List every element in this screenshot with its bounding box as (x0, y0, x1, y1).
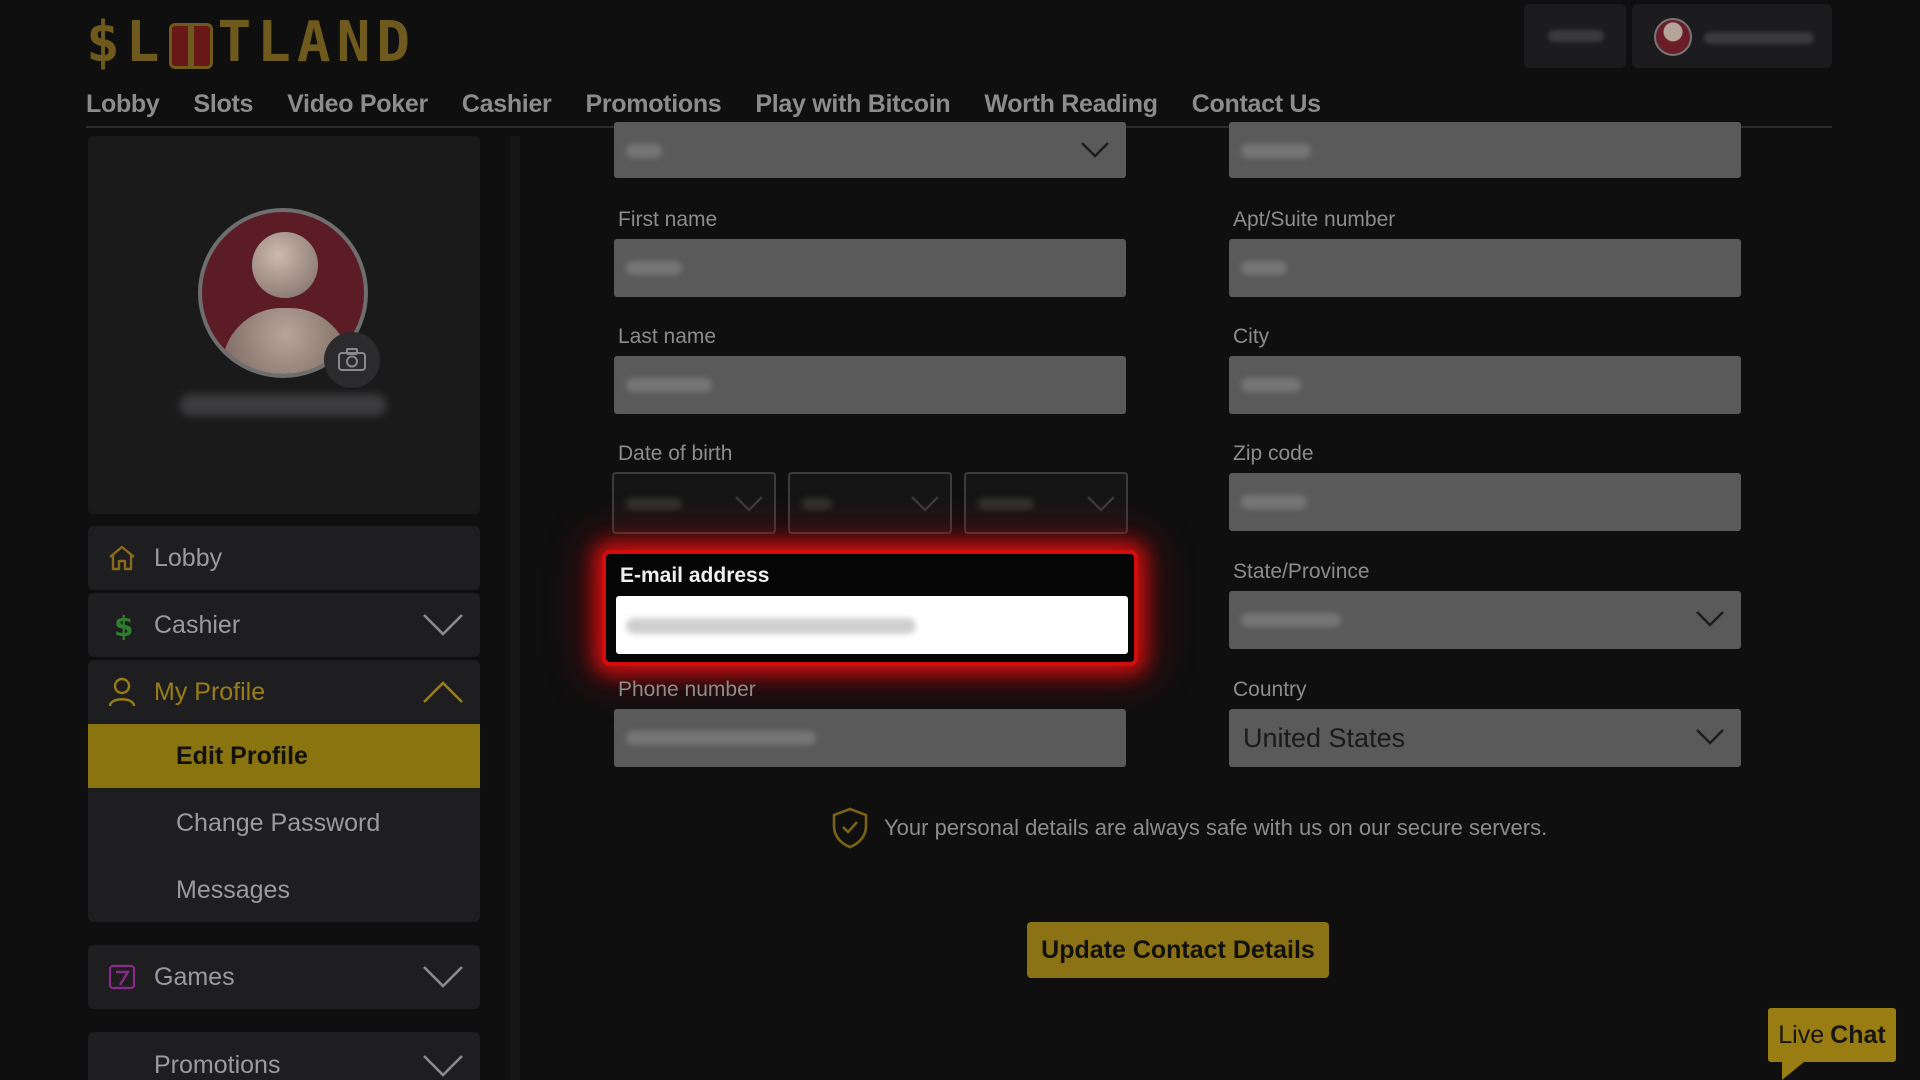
avatar (1654, 18, 1692, 56)
title-select[interactable] (614, 122, 1126, 178)
zip-field[interactable] (1229, 473, 1741, 531)
chevron-down-icon (1696, 729, 1724, 745)
nav-contact-us[interactable]: Contact Us (1192, 90, 1321, 119)
country-value: United States (1243, 723, 1406, 753)
sidebar-item-label: My Profile (154, 677, 266, 706)
username-blurred (1704, 32, 1814, 44)
chevron-down-icon[interactable] (422, 1048, 464, 1080)
nav-lobby[interactable]: Lobby (86, 90, 160, 119)
dollar-icon: $ (106, 609, 138, 641)
apt-field[interactable] (1229, 239, 1741, 297)
sidebar-scrollbar[interactable] (510, 136, 520, 1080)
nav-cashier[interactable]: Cashier (462, 90, 552, 119)
nav-video-poker[interactable]: Video Poker (287, 90, 428, 119)
zip-label: Zip code (1233, 442, 1314, 465)
blurred-value (1241, 613, 1341, 627)
dob-month-select[interactable] (612, 472, 776, 534)
dob-day-select[interactable] (788, 472, 952, 534)
submenu-messages[interactable]: Messages (88, 858, 480, 922)
submenu-edit-profile[interactable]: Edit Profile (88, 724, 480, 788)
nav-promotions[interactable]: Promotions (586, 90, 722, 119)
blurred-value (1241, 495, 1307, 509)
blurred-value (626, 618, 916, 634)
sidebar-item-promotions[interactable]: Promotions (88, 1032, 480, 1080)
chevron-down-icon (1081, 142, 1109, 158)
gift-icon (169, 23, 214, 69)
chevron-down-icon[interactable] (422, 959, 464, 1000)
avatar-head (252, 232, 318, 298)
state-select[interactable] (1229, 591, 1741, 649)
sidebar-item-label: Cashier (154, 610, 241, 639)
nav-worth-reading[interactable]: Worth Reading (984, 90, 1158, 119)
address-line-2-field[interactable] (1229, 122, 1741, 178)
blurred-value (802, 498, 832, 510)
sidebar-item-games[interactable]: Games (88, 945, 480, 1009)
live-chat-label-light: Live (1778, 1020, 1825, 1049)
nav-play-with-bitcoin[interactable]: Play with Bitcoin (755, 90, 950, 119)
blurred-value (626, 498, 682, 510)
blurred-value (1241, 261, 1287, 275)
sidebar-item-label: Lobby (154, 543, 223, 572)
state-label: State/Province (1233, 560, 1370, 583)
promo-icon (106, 1040, 138, 1072)
dob-label: Date of birth (618, 442, 733, 465)
chevron-down-icon (1696, 611, 1724, 627)
blurred-value (978, 498, 1034, 510)
security-note-text: Your personal details are always safe wi… (884, 815, 1548, 840)
last-name-label: Last name (618, 325, 717, 348)
user-icon (106, 676, 138, 708)
city-field[interactable] (1229, 356, 1741, 414)
chevron-down-icon[interactable] (422, 607, 464, 648)
shield-check-icon (832, 807, 868, 849)
user-menu-button[interactable] (1632, 4, 1832, 68)
slot-seven-icon (106, 961, 138, 993)
email-highlight-box: E-mail address (602, 550, 1138, 666)
chevron-down-icon (735, 496, 763, 512)
chevron-up-icon[interactable] (422, 674, 464, 715)
apt-label: Apt/Suite number (1233, 208, 1396, 231)
camera-icon[interactable] (324, 332, 380, 388)
email-field[interactable] (616, 596, 1128, 654)
email-label: E-mail address (620, 564, 770, 587)
blurred-value (1241, 144, 1311, 158)
country-select[interactable]: United States (1229, 709, 1741, 767)
chevron-down-icon (1087, 496, 1115, 512)
last-name-field[interactable] (614, 356, 1126, 414)
country-label: Country (1233, 678, 1307, 701)
profile-submenu: Edit Profile Change Password Messages (88, 724, 480, 922)
blurred-value (626, 144, 662, 158)
submenu-change-password[interactable]: Change Password (88, 791, 480, 855)
dob-year-select[interactable] (964, 472, 1128, 534)
sidebar-item-label: Games (154, 962, 235, 991)
balance-value-blurred (1548, 30, 1604, 42)
logo-text-left: $L (86, 9, 166, 75)
chevron-down-icon (911, 496, 939, 512)
first-name-label: First name (618, 208, 718, 231)
nav-slots[interactable]: Slots (194, 90, 254, 119)
main-nav: Lobby Slots Video Poker Cashier Promotio… (86, 90, 1321, 119)
live-chat-button[interactable]: Live Chat (1768, 1008, 1896, 1080)
sidebar-item-cashier[interactable]: $ Cashier (88, 593, 480, 657)
blurred-value (626, 261, 682, 275)
update-contact-details-button[interactable]: Update Contact Details (1027, 922, 1329, 978)
blurred-value (626, 378, 712, 392)
security-note: Your personal details are always safe wi… (830, 806, 1547, 850)
home-icon (106, 542, 138, 574)
city-label: City (1233, 325, 1270, 348)
sidebar-item-my-profile[interactable]: My Profile (88, 660, 480, 724)
balance-button[interactable] (1524, 4, 1626, 68)
phone-field[interactable] (614, 709, 1126, 767)
blurred-value (1241, 378, 1301, 392)
profile-card (88, 136, 480, 514)
phone-label: Phone number (618, 678, 756, 701)
blurred-value (626, 731, 816, 745)
sidebar-item-lobby[interactable]: Lobby (88, 526, 480, 590)
first-name-field[interactable] (614, 239, 1126, 297)
svg-text:$: $ (114, 610, 132, 640)
profile-username-blurred (180, 394, 386, 416)
site-logo[interactable]: $L TLAND (86, 10, 416, 75)
logo-text-right: TLAND (217, 9, 417, 75)
sidebar-item-label: Promotions (154, 1050, 281, 1079)
live-chat-label-bold: Chat (1830, 1020, 1886, 1049)
